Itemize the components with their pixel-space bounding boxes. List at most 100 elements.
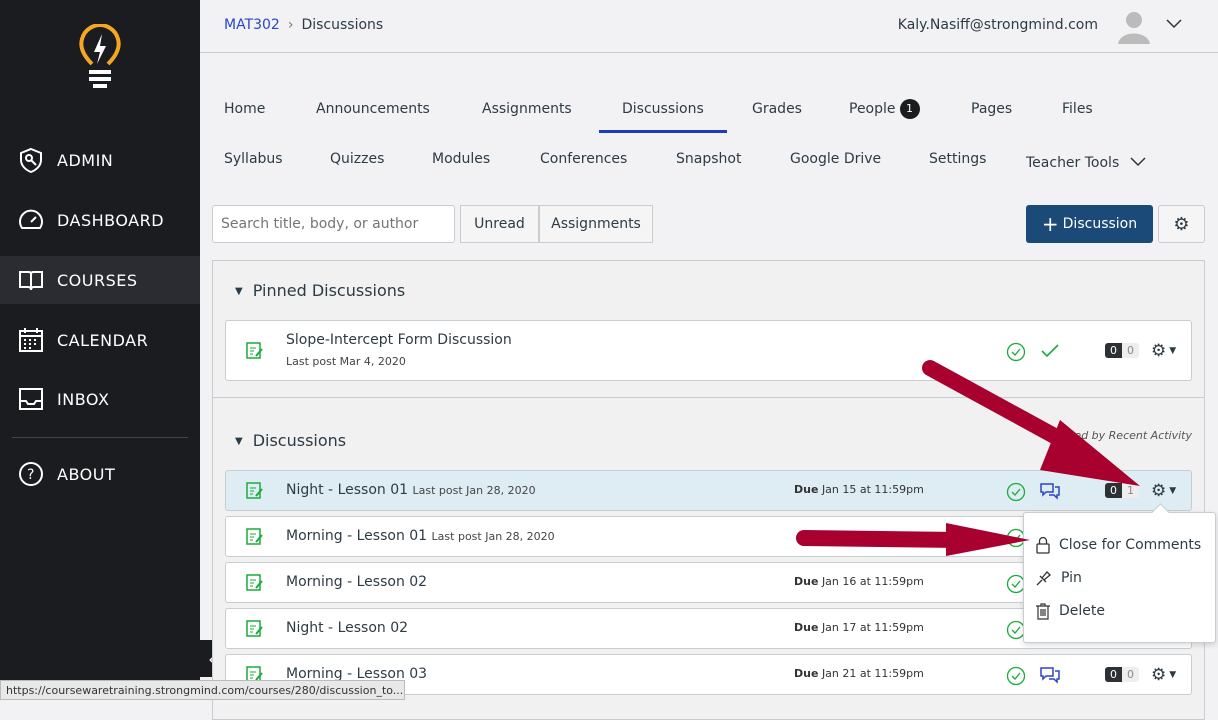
pinned-section-header[interactable]: ▼ Pinned Discussions (235, 281, 405, 300)
section-title: Pinned Discussions (252, 281, 406, 300)
calendar-icon (19, 328, 43, 352)
sidebar-item-label: DASHBOARD (57, 210, 165, 230)
discussion-title[interactable]: Night - Lesson 01 Last post Jan 28, 2020 (286, 482, 536, 498)
post-count: 00 (1105, 667, 1139, 682)
due-value: Jan 16 at 11:59pm (821, 575, 924, 588)
tab-modules[interactable]: Modules (432, 151, 490, 167)
due-label: Due (794, 483, 819, 496)
menu-item-close-for-comments[interactable]: Close for Comments (1035, 536, 1201, 554)
unread-count: 0 (1105, 667, 1122, 682)
tab-discussions[interactable]: Discussions (622, 101, 704, 117)
search-input[interactable] (212, 205, 455, 243)
tab-syllabus[interactable]: Syllabus (224, 151, 283, 167)
total-count: 1 (1122, 483, 1139, 498)
row-settings-button[interactable]: ⚙ ▼ (1151, 341, 1176, 361)
discussion-title[interactable]: Morning - Lesson 02 (286, 574, 427, 590)
tab-assignments[interactable]: Assignments (482, 101, 572, 117)
row-settings-button[interactable]: ⚙ ▼ (1151, 665, 1176, 685)
user-email[interactable]: Kaly.Nasiff@strongmind.com (898, 17, 1098, 33)
last-post: Last post Mar 4, 2020 (286, 355, 406, 368)
published-check-circle-icon[interactable] (1006, 342, 1026, 362)
caret-down-icon: ▼ (1169, 346, 1177, 356)
row-settings-button[interactable]: ⚙ ▼ (1151, 481, 1176, 501)
discussions-panel: ▼ Pinned Discussions Slope-Intercept Form… (212, 260, 1205, 720)
discussion-icon (246, 574, 263, 591)
title-text: Morning - Lesson 02 (286, 574, 428, 590)
tab-announcements[interactable]: Announcements (316, 101, 430, 117)
people-badge: 1 (899, 99, 920, 119)
sidebar-item-courses[interactable]: COURSES (0, 256, 200, 304)
sidebar-divider (12, 437, 188, 438)
due-date: Due Jan 17 at 11:59pm (794, 621, 924, 634)
title-text: Night - Lesson 01 (286, 482, 409, 498)
breadcrumb-current: Discussions (301, 17, 384, 33)
gear-icon: ⚙ (1151, 341, 1167, 361)
due-date: Due Jan 15 at 11:59pm (794, 483, 924, 496)
due-value: Jan 15 at 11:59pm (821, 483, 924, 496)
published-check-circle-icon[interactable] (1006, 482, 1026, 502)
discussion-icon (246, 620, 263, 637)
menu-item-delete[interactable]: Delete (1035, 602, 1105, 620)
caret-down-icon: ▼ (235, 436, 243, 447)
discussion-title[interactable]: Night - Lesson 02 (286, 620, 408, 636)
discussions-section-header[interactable]: ▼ Discussions (235, 431, 346, 450)
gear-icon: ⚙ (1173, 213, 1190, 235)
tab-label: Teacher Tools (1026, 155, 1120, 171)
discussion-title[interactable]: Morning - Lesson 01 Last post Jan 28, 20… (286, 528, 555, 544)
unread-count: 0 (1105, 343, 1122, 358)
section-title: Discussions (252, 431, 347, 450)
avatar[interactable] (1118, 10, 1150, 44)
tab-grades[interactable]: Grades (752, 101, 802, 117)
question-icon: ? (19, 462, 43, 486)
tab-google-drive[interactable]: Google Drive (790, 151, 881, 167)
sidebar-item-label: CALENDAR (57, 330, 149, 350)
caret-down-icon: ▼ (235, 286, 243, 297)
tab-label: People (849, 101, 896, 117)
plus-icon: + (1041, 212, 1059, 236)
chevron-right-icon: › (287, 17, 294, 33)
assignments-filter-button[interactable]: Assignments (539, 205, 653, 243)
sidebar-item-admin[interactable]: ADMIN (0, 136, 200, 184)
sidebar-item-label: ABOUT (57, 464, 116, 484)
tab-pages[interactable]: Pages (971, 101, 1012, 117)
chevron-down-icon[interactable] (1166, 16, 1182, 32)
status-bar-url: https://coursewaretraining.strongmind.co… (0, 680, 405, 700)
logo-lightbulb-icon[interactable] (78, 24, 122, 90)
published-check-circle-icon[interactable] (1006, 666, 1026, 686)
tab-people[interactable]: People 1 (849, 99, 920, 119)
tab-home[interactable]: Home (224, 101, 265, 117)
menu-item-label: Delete (1059, 603, 1105, 619)
menu-item-label: Pin (1061, 570, 1082, 586)
tab-conferences[interactable]: Conferences (540, 151, 627, 167)
due-date: Due Jan 21 at 11:59pm (794, 667, 924, 680)
due-date: Due Jan 16 at 11:59pm (794, 575, 924, 588)
tab-quizzes[interactable]: Quizzes (330, 151, 384, 167)
discussion-bubbles-icon[interactable] (1040, 481, 1060, 501)
header: MAT302 › Discussions Kaly.Nasiff@strongmin… (200, 0, 1218, 53)
sidebar-item-calendar[interactable]: CALENDAR (0, 316, 200, 364)
breadcrumb-course-link[interactable]: MAT302 (224, 17, 280, 33)
caret-down-icon: ▼ (1169, 486, 1177, 496)
add-discussion-button[interactable]: + Discussion (1026, 205, 1153, 243)
row-settings-menu: Close for Comments Pin Delete (1023, 512, 1216, 643)
discussion-bubbles-icon[interactable] (1040, 665, 1060, 685)
lock-icon (1036, 536, 1050, 554)
last-post: Last post Jan 28, 2020 (412, 484, 536, 497)
discussion-row[interactable]: Night - Lesson 01 Last post Jan 28, 2020… (225, 470, 1192, 511)
unread-filter-button[interactable]: Unread (460, 205, 539, 243)
sidebar-item-about[interactable]: ? ABOUT (0, 450, 200, 498)
tab-settings[interactable]: Settings (929, 151, 986, 167)
settings-gear-button[interactable]: ⚙ (1158, 205, 1205, 243)
breadcrumb: MAT302 › Discussions (224, 17, 383, 33)
discussion-title[interactable]: Slope-Intercept Form Discussion (286, 332, 512, 348)
sidebar-item-inbox[interactable]: INBOX (0, 375, 200, 423)
gear-icon: ⚙ (1151, 481, 1167, 501)
tab-files[interactable]: Files (1062, 101, 1093, 117)
discussion-row[interactable]: Slope-Intercept Form Discussion Last pos… (225, 320, 1192, 381)
due-label: Due (794, 667, 819, 680)
unread-count: 0 (1105, 483, 1122, 498)
menu-item-pin[interactable]: Pin (1035, 569, 1082, 587)
sidebar-item-dashboard[interactable]: DASHBOARD (0, 196, 200, 244)
tab-snapshot[interactable]: Snapshot (676, 151, 741, 167)
tab-teacher-tools[interactable]: Teacher Tools (1026, 155, 1146, 171)
